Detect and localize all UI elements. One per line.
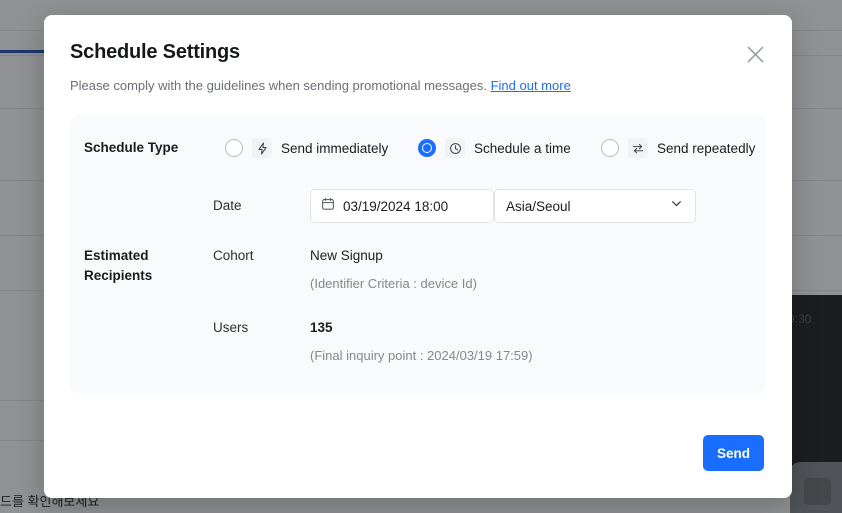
date-value: 03/19/2024 18:00 [343, 198, 449, 214]
calendar-icon [321, 197, 335, 216]
cohort-note: (Identifier Criteria : device Id) [310, 276, 477, 291]
close-icon[interactable] [740, 39, 770, 69]
radio-option-label: Send repeatedly [657, 140, 756, 156]
radio-option-send-repeatedly[interactable]: Send repeatedly [601, 138, 755, 158]
radio-option-send-immediately[interactable]: Send immediately [225, 138, 388, 158]
chevron-down-icon [669, 196, 684, 216]
users-note: (Final inquiry point : 2024/03/19 17:59) [310, 348, 533, 363]
estimated-recipients-label-line1: Estimated [84, 248, 149, 263]
radio-option-label: Send immediately [281, 140, 389, 156]
timezone-select[interactable]: Asia/Seoul [494, 189, 696, 223]
estimated-recipients-label-line2: Recipients [84, 268, 153, 283]
date-label: Date [213, 198, 242, 213]
settings-panel: Schedule Type Send immediately Schedule … [70, 115, 766, 393]
clock-icon [445, 138, 465, 158]
users-label: Users [213, 320, 249, 335]
date-input[interactable]: 03/19/2024 18:00 [310, 189, 494, 223]
dialog-subtitle-text: Please comply with the guidelines when s… [70, 78, 487, 93]
schedule-type-label: Schedule Type [84, 140, 179, 155]
radio-indicator[interactable] [601, 139, 619, 157]
lightning-bolt-icon [252, 138, 272, 158]
find-out-more-link[interactable]: Find out more [491, 78, 571, 93]
send-button[interactable]: Send [703, 435, 764, 471]
repeat-icon [628, 138, 648, 158]
timezone-value: Asia/Seoul [506, 198, 571, 214]
cohort-label: Cohort [213, 248, 254, 263]
users-value: 135 [310, 320, 333, 335]
dialog-subtitle: Please comply with the guidelines when s… [70, 78, 571, 93]
dialog-title: Schedule Settings [70, 41, 240, 63]
schedule-settings-dialog: Schedule Settings Please comply with the… [44, 15, 792, 498]
cohort-value: New Signup [310, 248, 383, 263]
radio-indicator[interactable] [418, 139, 436, 157]
radio-indicator[interactable] [225, 139, 243, 157]
radio-option-label: Schedule a time [474, 140, 571, 156]
radio-option-schedule-a-time[interactable]: Schedule a time [418, 138, 571, 158]
